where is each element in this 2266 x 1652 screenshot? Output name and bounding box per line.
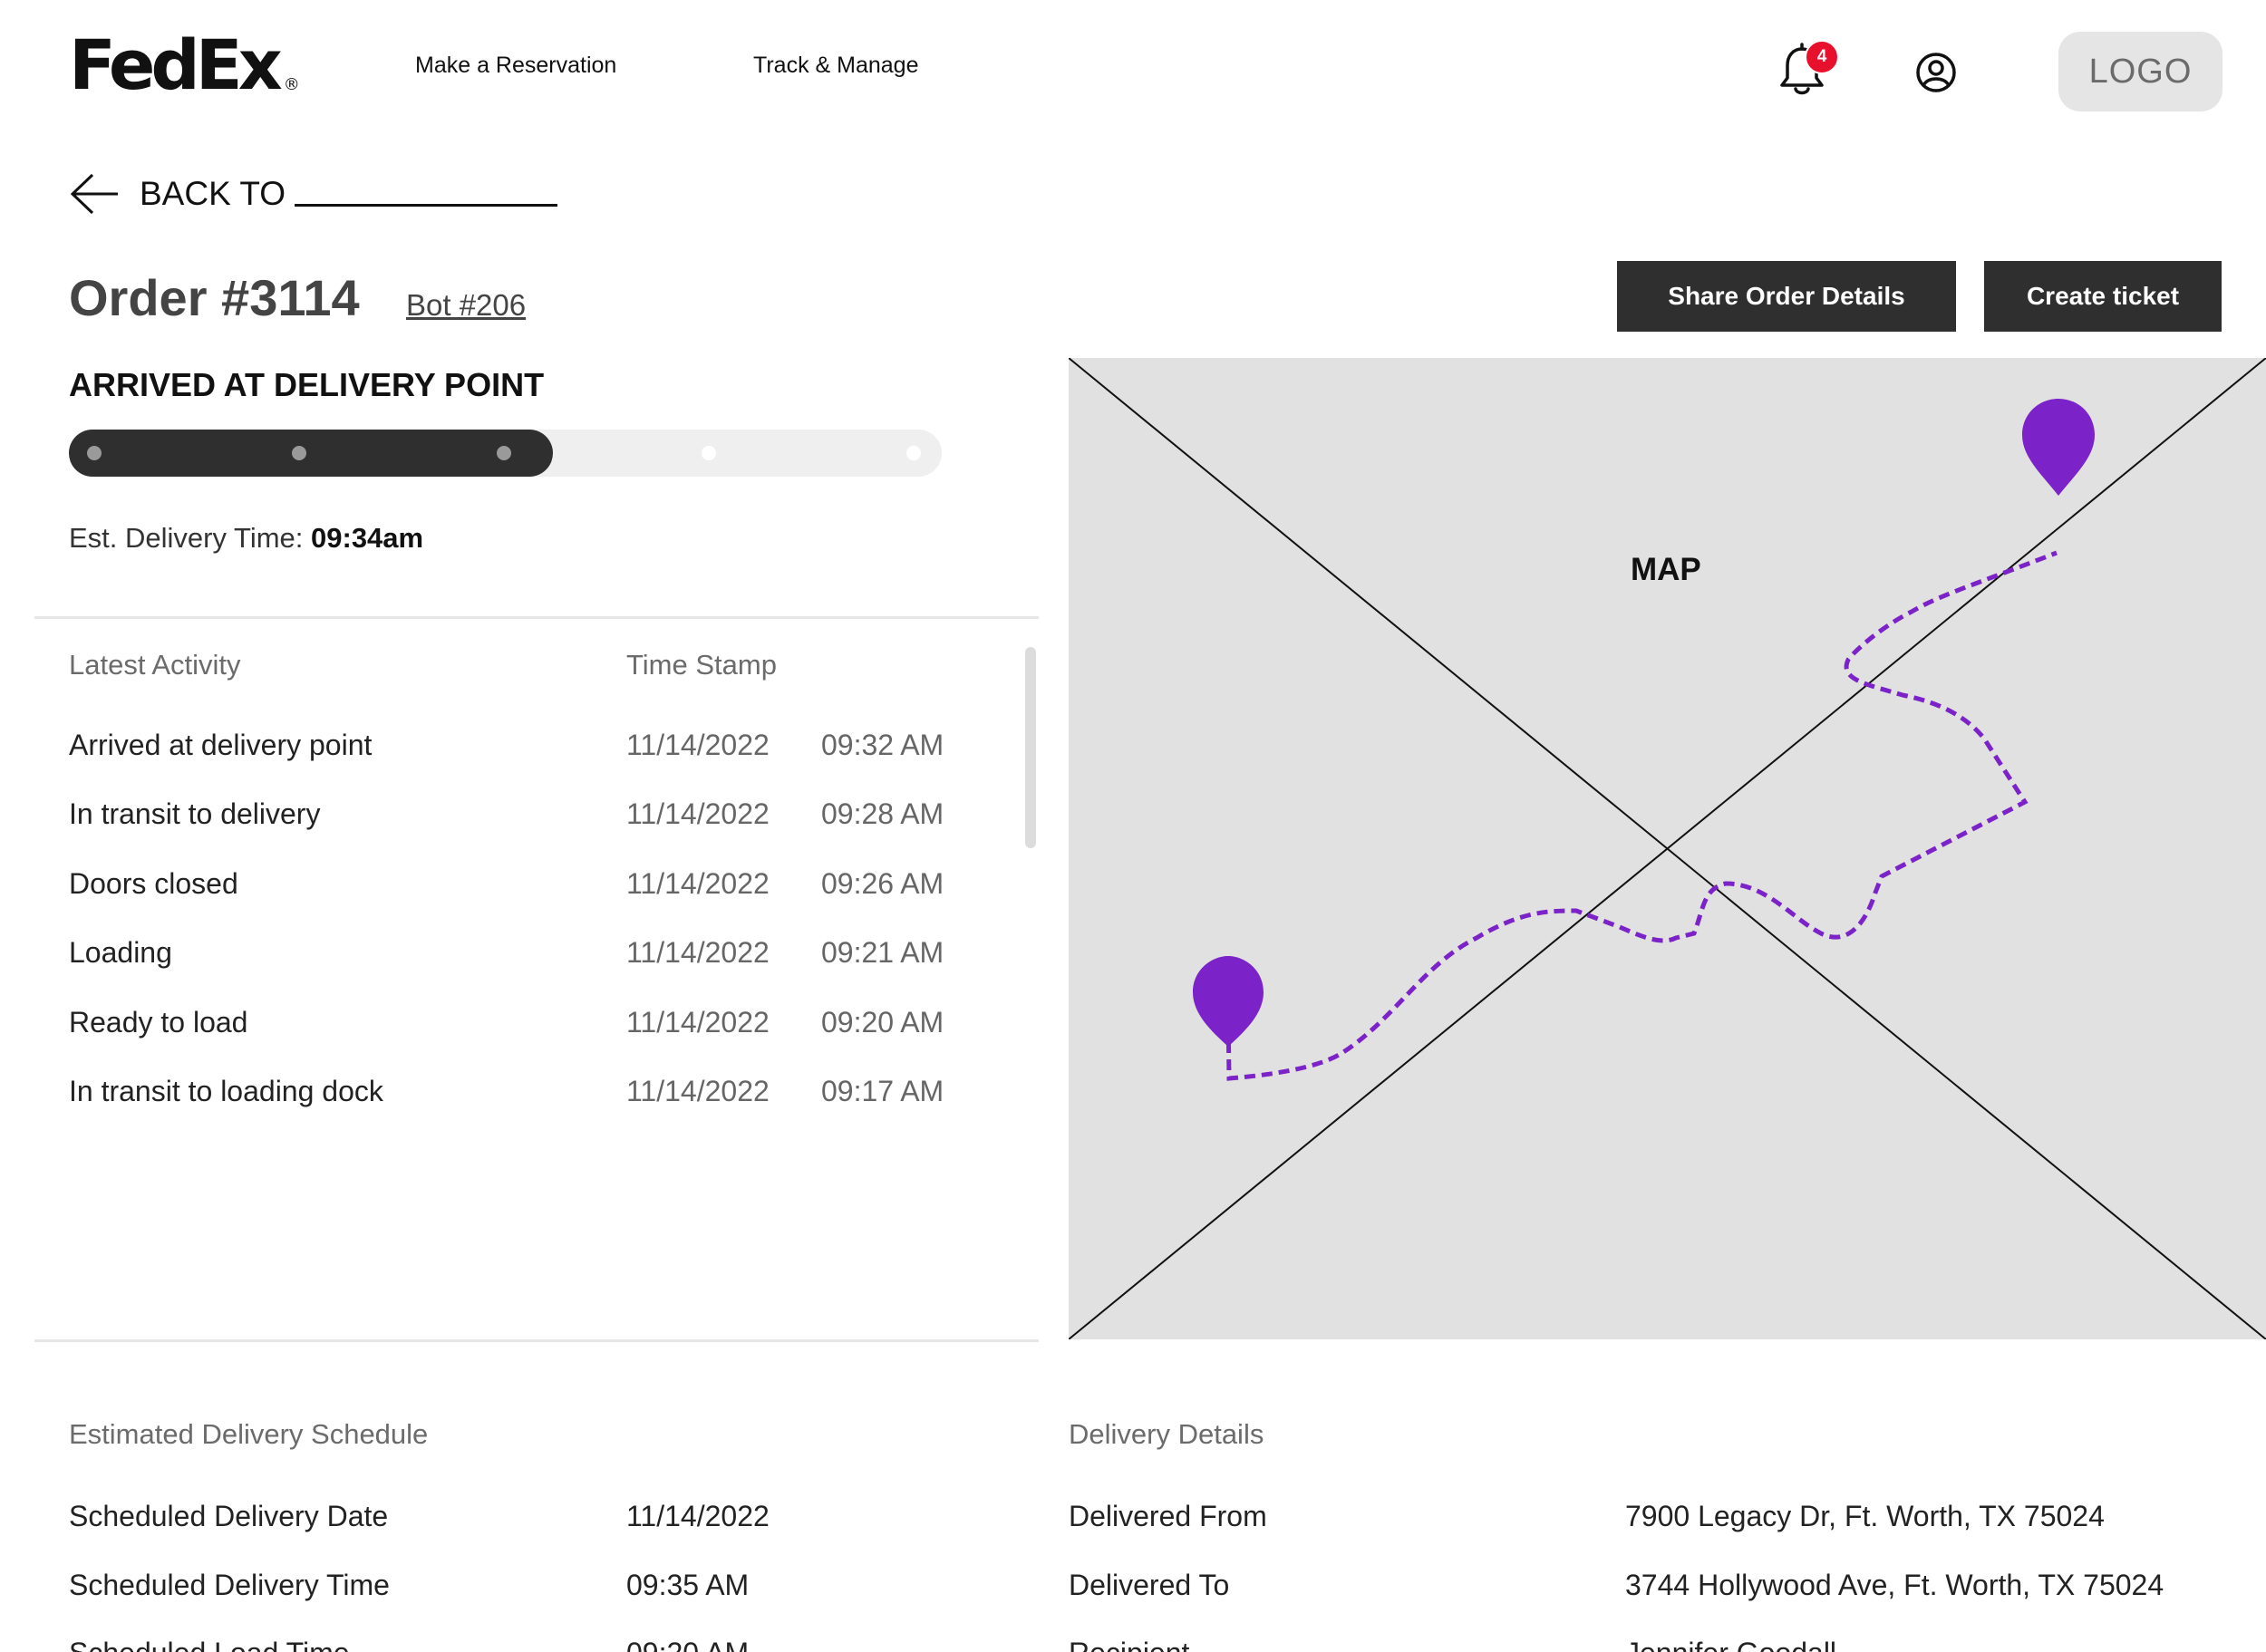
map-canvas xyxy=(1069,358,2266,1339)
activity-event: Loading xyxy=(69,936,172,969)
schedule-label: Scheduled Load Time xyxy=(69,1637,350,1652)
activity-date: 11/14/2022 xyxy=(626,729,770,761)
fedex-logo[interactable]: FedEx ® xyxy=(69,31,300,100)
activity-event: Ready to load xyxy=(69,1006,248,1039)
details-value: 7900 Legacy Dr, Ft. Worth, TX 75024 xyxy=(1625,1500,2105,1532)
activity-time: 09:32 AM xyxy=(821,729,944,761)
back-target-blank xyxy=(295,181,558,207)
activity-event: In transit to loading dock xyxy=(69,1075,383,1107)
progress-step-3 xyxy=(497,446,511,460)
details-value: 3744 Hollywood Ave, Ft. Worth, TX 75024 xyxy=(1625,1569,2164,1601)
est-delivery-time: Est. Delivery Time: 09:34am xyxy=(69,522,423,555)
details-heading: Delivery Details xyxy=(1069,1418,1264,1450)
map-label: MAP xyxy=(1631,552,1701,587)
activity-time: 09:17 AM xyxy=(821,1075,944,1107)
activity-time: 09:21 AM xyxy=(821,936,944,969)
latest-activity-header: Latest Activity xyxy=(69,649,241,681)
order-title: Order #3114 xyxy=(69,269,360,326)
progress-step-1 xyxy=(87,446,102,460)
activity-date: 11/14/2022 xyxy=(626,1075,770,1107)
activity-time: 09:26 AM xyxy=(821,867,944,900)
activity-date: 11/14/2022 xyxy=(626,1006,770,1039)
activity-event: Arrived at delivery point xyxy=(69,729,373,761)
details-value: Jennifer Goodall xyxy=(1625,1637,1836,1652)
nav-track-manage[interactable]: Track & Manage xyxy=(753,53,918,79)
activity-time: 09:28 AM xyxy=(821,797,944,830)
progress-step-4 xyxy=(702,446,716,460)
map-placeholder[interactable]: MAP xyxy=(1069,358,2266,1339)
bot-link[interactable]: Bot #206 xyxy=(406,288,526,323)
back-label: BACK TO xyxy=(140,175,286,212)
delivery-progress-bar xyxy=(69,430,942,477)
logo-placeholder[interactable]: LOGO xyxy=(2058,32,2222,111)
activity-time: 09:20 AM xyxy=(821,1006,944,1039)
timestamp-header: Time Stamp xyxy=(626,649,777,681)
activity-event: In transit to delivery xyxy=(69,797,321,830)
progress-fill xyxy=(69,430,554,477)
est-label: Est. Delivery Time: xyxy=(69,522,304,554)
schedule-label: Scheduled Delivery Date xyxy=(69,1500,389,1532)
back-link[interactable]: BACK TO xyxy=(69,172,558,216)
schedule-value: 11/14/2022 xyxy=(626,1500,770,1532)
map-pin-end-icon xyxy=(2022,399,2095,496)
divider xyxy=(34,616,1039,619)
create-ticket-button[interactable]: Create ticket xyxy=(1984,261,2222,332)
registered-mark: ® xyxy=(283,75,300,94)
details-label: Delivered From xyxy=(1069,1500,1267,1532)
schedule-value: 09:35 AM xyxy=(626,1569,750,1601)
order-status: ARRIVED AT DELIVERY POINT xyxy=(69,366,545,403)
divider xyxy=(34,1339,1039,1342)
notification-badge: 4 xyxy=(1805,40,1839,74)
schedule-heading: Estimated Delivery Schedule xyxy=(69,1418,429,1450)
arrow-left-icon xyxy=(70,173,118,215)
activity-scrollbar[interactable] xyxy=(1025,647,1036,848)
details-label: Recipient xyxy=(1069,1637,1189,1652)
share-order-details-button[interactable]: Share Order Details xyxy=(1617,261,1956,332)
est-value: 09:34am xyxy=(311,522,424,554)
user-account-icon[interactable] xyxy=(1914,51,1958,94)
progress-step-5 xyxy=(906,446,921,460)
activity-event: Doors closed xyxy=(69,867,238,900)
schedule-value: 09:20 AM xyxy=(626,1637,749,1652)
map-pin-start-icon xyxy=(1193,956,1264,1047)
activity-date: 11/14/2022 xyxy=(626,797,770,830)
nav-make-reservation[interactable]: Make a Reservation xyxy=(415,53,616,79)
activity-date: 11/14/2022 xyxy=(626,867,770,900)
details-label: Delivered To xyxy=(1069,1569,1230,1601)
activity-date: 11/14/2022 xyxy=(626,936,770,969)
progress-step-2 xyxy=(292,446,306,460)
schedule-label: Scheduled Delivery Time xyxy=(69,1569,390,1601)
brand-wordmark: FedEx xyxy=(69,24,283,105)
